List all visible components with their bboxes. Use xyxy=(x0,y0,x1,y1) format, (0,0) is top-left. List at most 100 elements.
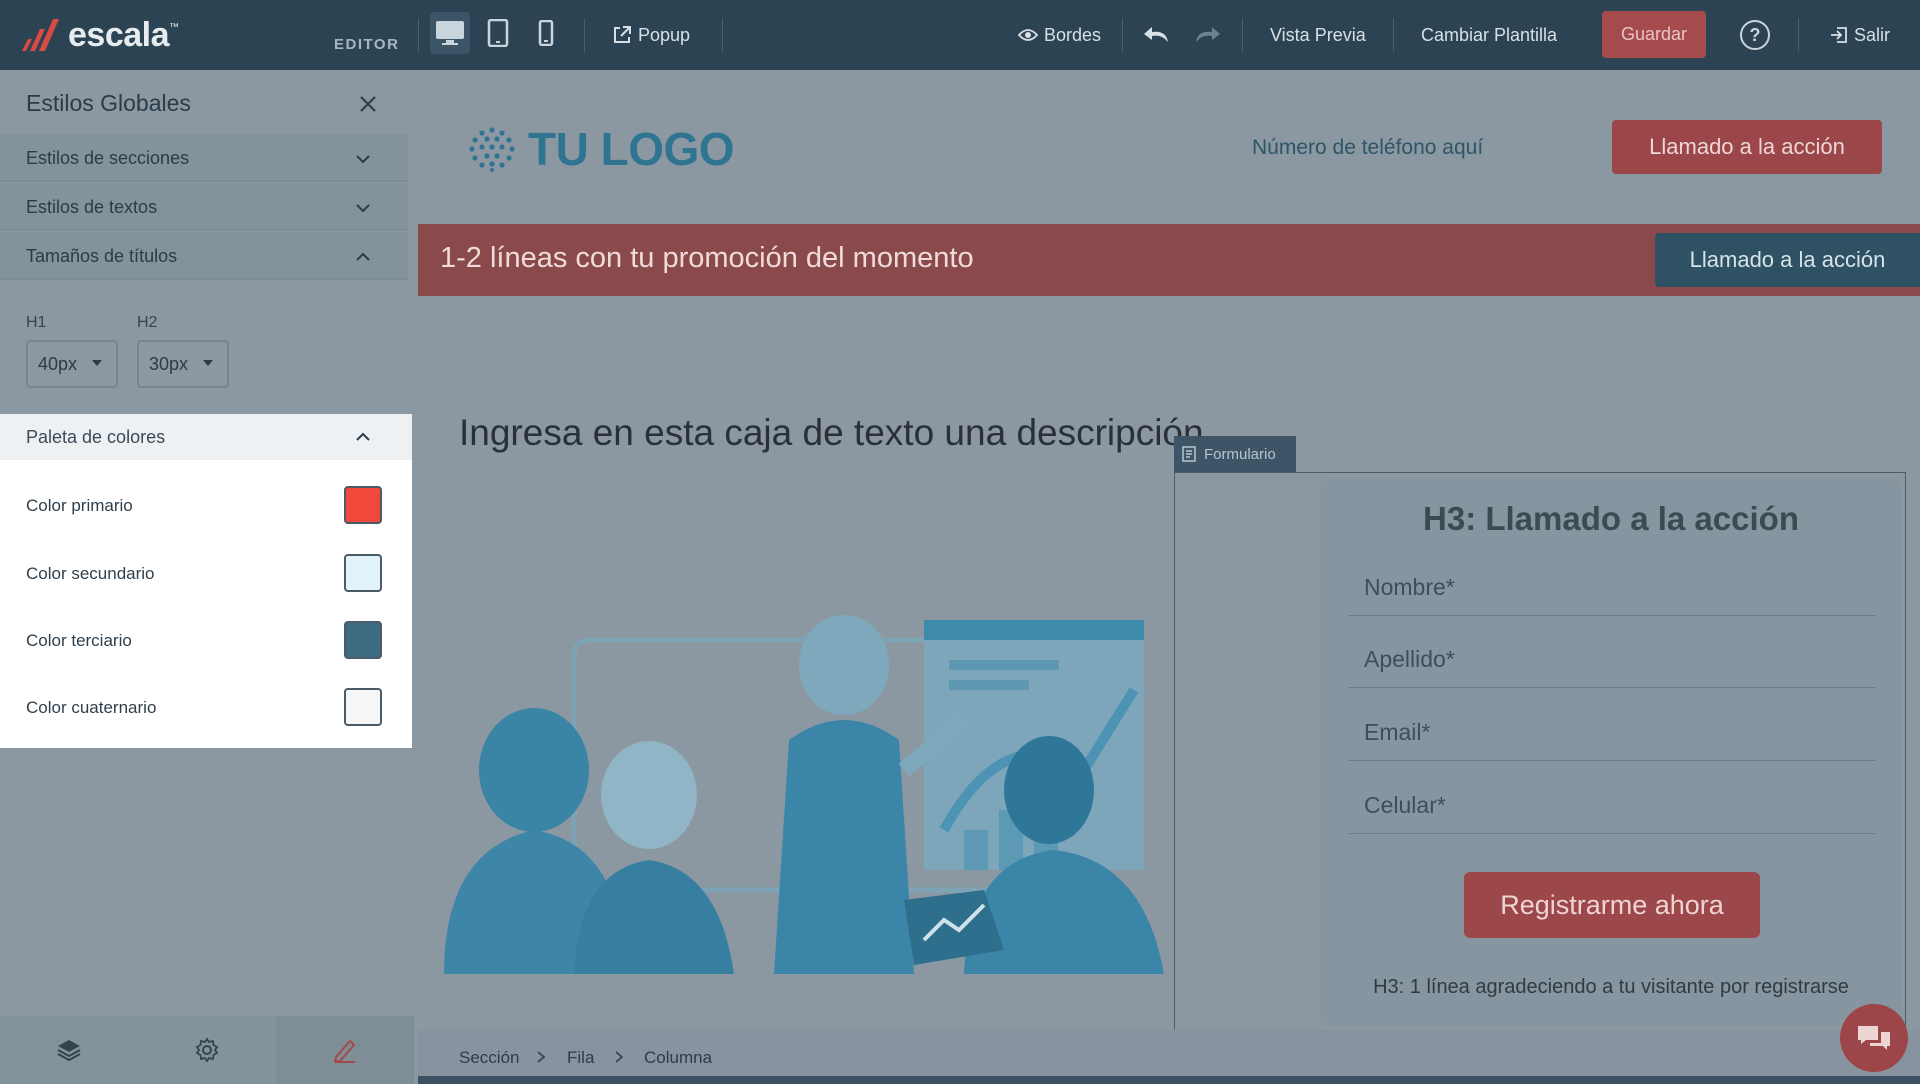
color-swatch-tertiary[interactable] xyxy=(344,621,382,659)
h2-size-select[interactable]: 30px xyxy=(137,340,229,388)
color-palette-section: Paleta de colores Color primario Color s… xyxy=(0,414,412,748)
color-row-quaternary: Color cuaternario xyxy=(0,682,412,732)
description-text[interactable]: Ingresa en esta caja de texto una descri… xyxy=(459,412,1204,454)
promo-banner: 1-2 líneas con tu promoción del momento … xyxy=(418,224,1920,296)
desktop-icon xyxy=(436,21,464,45)
accordion-title-sizes[interactable]: Tamaños de títulos xyxy=(0,232,408,280)
field-placeholder: Celular* xyxy=(1364,792,1446,818)
change-template-button[interactable]: Cambiar Plantilla xyxy=(1421,0,1557,70)
toolbar-divider xyxy=(1122,18,1123,52)
bordes-label: Bordes xyxy=(1044,24,1102,45)
form-tag-label: Formulario xyxy=(1204,445,1276,463)
layers-icon xyxy=(57,1040,81,1062)
form-icon xyxy=(1182,446,1196,462)
toolbar-divider xyxy=(1242,18,1243,52)
page-logo[interactable]: TU LOGO xyxy=(468,122,735,176)
chevron-down-icon xyxy=(356,155,370,164)
form-element-tag[interactable]: Formulario xyxy=(1174,436,1296,472)
tablet-view-button[interactable] xyxy=(478,12,518,54)
last-name-field[interactable]: Apellido* xyxy=(1348,632,1876,688)
h1-size-select[interactable]: 40px xyxy=(26,340,118,388)
color-swatch-primary[interactable] xyxy=(344,486,382,524)
h2-size-value: 30px xyxy=(149,353,189,374)
redo-icon xyxy=(1196,27,1220,42)
redo-button[interactable] xyxy=(1192,0,1228,70)
preview-button[interactable]: Vista Previa xyxy=(1270,0,1366,70)
logout-icon xyxy=(1831,27,1847,43)
h2-size-label: H2 xyxy=(137,314,158,331)
promo-cta-button[interactable]: Llamado a la acción xyxy=(1655,233,1920,287)
editor-canvas: TU LOGO Número de teléfono aquí Llamado … xyxy=(418,70,1920,1084)
caret-down-icon xyxy=(92,360,102,366)
accordion-section-styles[interactable]: Estilos de secciones xyxy=(0,134,408,182)
toolbar-divider xyxy=(722,18,723,52)
tab-layers[interactable] xyxy=(0,1016,138,1084)
brand-name: escala xyxy=(68,15,170,54)
accordion-color-palette[interactable]: Paleta de colores xyxy=(0,414,412,460)
chevron-right-icon xyxy=(615,1051,624,1063)
first-name-field[interactable]: Nombre* xyxy=(1348,560,1876,616)
brand-logo: escala ™ xyxy=(18,14,188,56)
team-meeting-illustration[interactable] xyxy=(444,570,1174,974)
help-button[interactable]: ? xyxy=(1740,20,1770,50)
bordes-toggle[interactable]: Bordes xyxy=(1018,0,1101,70)
color-label: Color primario xyxy=(26,496,133,515)
top-toolbar: escala ™ EDITOR Popup Bordes Vista Previ… xyxy=(0,0,1920,70)
global-styles-panel: Estilos Globales Estilos de secciones Es… xyxy=(0,70,414,1084)
tab-settings[interactable] xyxy=(138,1016,276,1084)
chat-bubble-icon xyxy=(1858,1026,1890,1050)
popup-label: Popup xyxy=(638,24,691,45)
toolbar-divider xyxy=(1393,18,1394,52)
mobile-view-button[interactable] xyxy=(526,12,566,54)
desktop-view-button[interactable] xyxy=(430,12,470,54)
phone-number-text[interactable]: Número de teléfono aquí xyxy=(1252,136,1483,160)
help-icon: ? xyxy=(1749,24,1761,45)
undo-button[interactable] xyxy=(1142,0,1178,70)
field-placeholder: Nombre* xyxy=(1364,574,1455,600)
toolbar-divider xyxy=(584,18,585,52)
tab-global-styles[interactable] xyxy=(276,1016,414,1084)
accordion-text-styles[interactable]: Estilos de textos xyxy=(0,183,408,231)
panel-title: Estilos Globales xyxy=(26,90,191,116)
gear-icon xyxy=(195,1037,219,1063)
color-swatch-quaternary[interactable] xyxy=(344,688,382,726)
form-title[interactable]: H3: Llamado a la acción xyxy=(1320,500,1902,538)
external-link-icon xyxy=(614,26,631,43)
register-submit-button[interactable]: Registrarme ahora xyxy=(1464,872,1760,938)
mobile-icon xyxy=(538,20,554,46)
breadcrumb-section[interactable]: Sección xyxy=(459,1048,519,1068)
editor-mode-label: EDITOR xyxy=(334,36,400,53)
form-thanks-text[interactable]: H3: 1 línea agradeciendo a tu visitante … xyxy=(1320,976,1902,999)
save-button[interactable]: Guardar xyxy=(1602,11,1706,58)
chat-support-button[interactable] xyxy=(1840,1004,1908,1072)
accordion-label: Estilos de secciones xyxy=(26,148,190,168)
dotted-globe-icon xyxy=(469,127,515,172)
caret-down-icon xyxy=(203,360,213,366)
email-field[interactable]: Email* xyxy=(1348,705,1876,761)
mobile-field[interactable]: Celular* xyxy=(1348,778,1876,834)
breadcrumb-column[interactable]: Columna xyxy=(644,1048,712,1068)
promo-text[interactable]: 1-2 líneas con tu promoción del momento xyxy=(440,242,974,275)
chevron-up-icon xyxy=(356,432,370,441)
color-label: Color terciario xyxy=(26,631,132,650)
popup-button[interactable]: Popup xyxy=(612,0,690,70)
brand-trademark: ™ xyxy=(169,22,179,33)
breadcrumb-row[interactable]: Fila xyxy=(567,1048,594,1068)
toolbar-divider xyxy=(1798,18,1799,52)
pencil-icon xyxy=(333,1039,356,1063)
close-icon[interactable] xyxy=(356,92,380,116)
accordion-label: Tamaños de títulos xyxy=(26,246,178,266)
header-cta-button[interactable]: Llamado a la acción xyxy=(1612,120,1882,174)
exit-button[interactable]: Salir xyxy=(1830,0,1890,70)
panel-bottom-tabs xyxy=(0,1016,414,1084)
logo-text: TU LOGO xyxy=(528,123,735,175)
field-placeholder: Apellido* xyxy=(1364,646,1455,672)
h1-size-value: 40px xyxy=(38,353,78,374)
color-row-primary: Color primario xyxy=(0,480,412,530)
eye-icon xyxy=(1018,29,1038,41)
color-swatch-secondary[interactable] xyxy=(344,554,382,592)
accordion-label: Paleta de colores xyxy=(26,427,166,447)
color-label: Color cuaternario xyxy=(26,698,157,717)
tablet-icon xyxy=(487,19,509,47)
color-label: Color secundario xyxy=(26,564,155,583)
